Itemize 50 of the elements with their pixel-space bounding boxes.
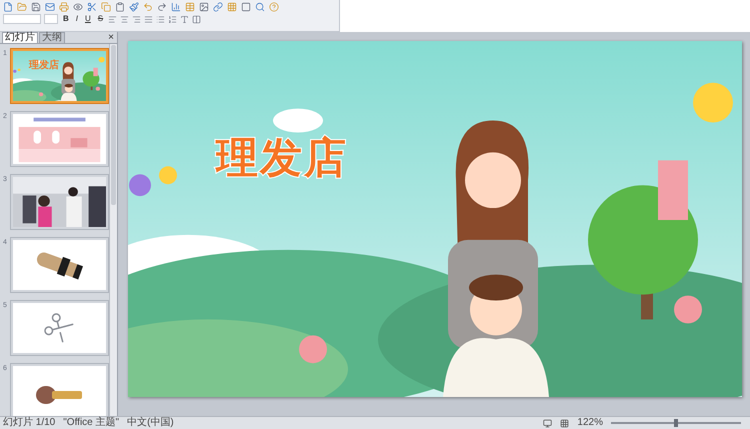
square-icon[interactable] — [241, 2, 251, 12]
mail-icon[interactable] — [45, 2, 55, 12]
link-icon[interactable] — [213, 2, 223, 12]
close-button[interactable]: × — [108, 33, 114, 43]
format-button[interactable]: S — [96, 15, 106, 23]
scrollbar[interactable] — [109, 44, 117, 416]
slide-counter: 幻灯片 1/10 — [3, 418, 56, 428]
copy-icon[interactable] — [101, 2, 111, 12]
columns-icon[interactable] — [192, 14, 202, 24]
sorter-view-icon[interactable] — [560, 418, 570, 428]
panel-tab[interactable]: 大纲 — [39, 32, 65, 43]
format-button[interactable]: U — [83, 15, 93, 23]
font-name-field[interactable] — [3, 14, 41, 24]
save-icon[interactable] — [31, 2, 41, 12]
zoom-level: 122% — [577, 418, 603, 428]
view-icon[interactable] — [543, 418, 552, 428]
slider-thumb[interactable] — [674, 419, 678, 427]
slide-thumbnail[interactable] — [10, 300, 109, 356]
preview-icon[interactable] — [73, 2, 83, 12]
bullet-list-icon[interactable] — [156, 14, 166, 24]
align-right-icon[interactable] — [132, 14, 142, 24]
format-button[interactable]: B — [61, 15, 71, 23]
file-icon[interactable] — [3, 2, 13, 12]
help-icon[interactable] — [269, 2, 279, 12]
align-left-icon[interactable] — [108, 14, 118, 24]
makeup-brush-drawing — [36, 386, 82, 404]
numbered-list-icon[interactable] — [168, 14, 178, 24]
chart-icon[interactable] — [171, 2, 181, 12]
align-center-icon[interactable] — [120, 14, 130, 24]
clipboard-icon[interactable] — [115, 2, 125, 12]
undo-icon[interactable] — [143, 2, 153, 12]
table-icon[interactable] — [185, 2, 195, 12]
search-icon[interactable] — [255, 2, 265, 12]
theme-name: "Office 主题" — [63, 418, 120, 428]
paintbrush-icon[interactable] — [129, 2, 139, 12]
justify-icon[interactable] — [144, 14, 154, 24]
slide-thumbnail[interactable] — [10, 237, 109, 293]
folder-icon[interactable] — [17, 2, 27, 12]
panel-tab[interactable]: 幻灯片 — [2, 32, 38, 43]
printer-icon[interactable] — [59, 2, 69, 12]
thumbnail-title: 理发店 — [28, 61, 59, 71]
scissors-icon[interactable] — [87, 2, 97, 12]
language: 中文(中国) — [127, 418, 174, 428]
image-icon[interactable] — [199, 2, 209, 12]
font-size-field[interactable] — [44, 14, 58, 24]
redo-icon[interactable] — [157, 2, 167, 12]
format-button[interactable]: I — [74, 15, 80, 23]
slide-thumbnail[interactable] — [10, 363, 109, 416]
grid-icon[interactable] — [227, 2, 237, 12]
slide-title: 理发店 — [216, 137, 348, 179]
